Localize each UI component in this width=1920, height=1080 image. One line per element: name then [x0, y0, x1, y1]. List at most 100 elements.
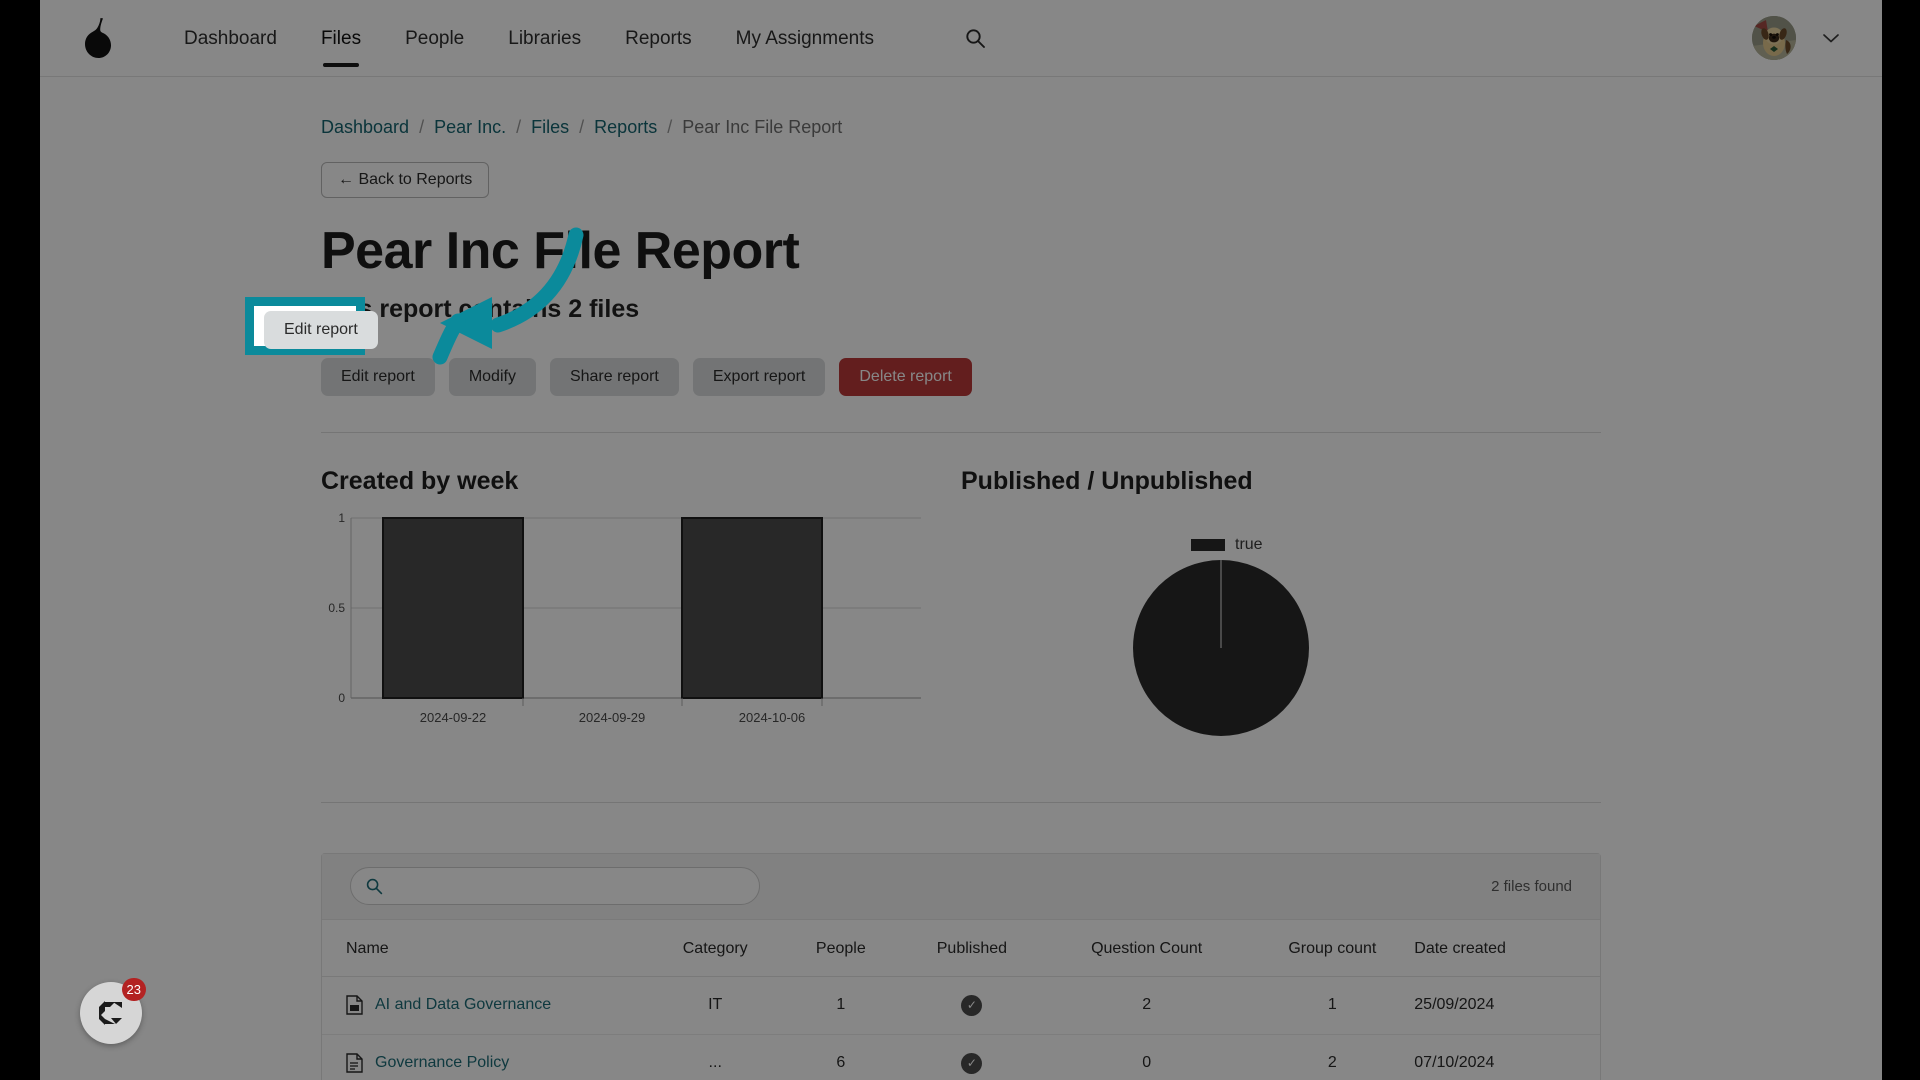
y-tick-0: 0 [338, 691, 345, 705]
files-found-count: 2 files found [1491, 877, 1572, 895]
files-table: Name Category People Published Question … [322, 919, 1600, 1080]
check-circle-icon: ✓ [961, 994, 983, 1016]
chart-title-published-unpublished: Published / Unpublished [961, 466, 1253, 495]
breadcrumb-current: Pear Inc File Report [682, 117, 843, 137]
cell-category: IT [649, 976, 781, 1035]
table-row[interactable]: AI and Data Governance IT 1 ✓ 2 1 25/09/… [322, 976, 1600, 1035]
breadcrumb-pear-inc[interactable]: Pear Inc. [434, 117, 506, 138]
column-header-published[interactable]: Published [900, 919, 1043, 977]
cell-published: ✓ [900, 976, 1043, 1035]
nav-item-reports[interactable]: Reports [625, 23, 692, 54]
nav-item-dashboard[interactable]: Dashboard [184, 23, 277, 54]
cell-group-count: 2 [1250, 1034, 1415, 1080]
nav-item-my-assignments[interactable]: My Assignments [736, 23, 874, 54]
pear-logo-icon [85, 18, 111, 58]
screen: Dashboard Files People Libraries Reports… [0, 0, 1920, 1080]
avatar[interactable] [1752, 16, 1796, 60]
chat-widget[interactable]: 23 [80, 978, 146, 1044]
search-icon[interactable] [962, 25, 988, 51]
main-content: Dashboard / Pear Inc. / Files / Reports … [40, 77, 1882, 1080]
table-header-row: Name Category People Published Question … [322, 919, 1600, 977]
published-unpublished-panel: Published / Unpublished true [961, 467, 1601, 740]
charts-section: Created by week 1 0.5 0 2024-09-22 2024-… [321, 467, 1601, 740]
column-header-question-count[interactable]: Question Count [1042, 919, 1251, 977]
cell-question-count: 0 [1042, 1034, 1251, 1080]
nav-item-people[interactable]: People [405, 23, 464, 54]
table-header: Name Category People Published Question … [322, 919, 1600, 977]
breadcrumb: Dashboard / Pear Inc. / Files / Reports … [321, 77, 1601, 138]
search-box[interactable] [350, 867, 760, 906]
chevron-down-icon[interactable] [1822, 32, 1840, 44]
cell-people: 1 [780, 976, 901, 1035]
column-header-name[interactable]: Name [322, 919, 650, 977]
chart-title-created-by-week: Created by week [321, 466, 519, 495]
cell-date-created: 25/09/2024 [1414, 976, 1600, 1035]
nav-links: Dashboard Files People Libraries Reports… [184, 0, 988, 76]
created-by-week-panel: Created by week 1 0.5 0 2024-09-22 2024-… [321, 467, 961, 740]
check-circle-icon: ✓ [961, 1052, 983, 1074]
table-row[interactable]: Governance Policy ... 6 ✓ 0 2 07/10/2024 [322, 1034, 1600, 1080]
file-doc-icon [346, 1053, 363, 1073]
page-title: Pear Inc File Report [321, 222, 800, 280]
file-link[interactable]: AI and Data Governance [375, 996, 551, 1014]
app-page: Dashboard Files People Libraries Reports… [40, 0, 1882, 1080]
column-header-people[interactable]: People [780, 919, 901, 977]
back-to-reports-button[interactable]: ← Back to Reports [321, 162, 490, 198]
cell-date-created: 07/10/2024 [1414, 1034, 1600, 1080]
bar-chart: 1 0.5 0 2024-09-22 2024-09-29 2024-10-06 [321, 510, 931, 740]
nav-right-group [1752, 16, 1840, 60]
section-divider [321, 431, 1601, 433]
page-subtitle: This report contains 2 files [321, 294, 640, 323]
brand-logo[interactable] [48, 17, 148, 59]
edit-report-button-highlighted[interactable]: Edit report [264, 311, 378, 349]
cell-name: AI and Data Governance [322, 976, 650, 1035]
content-container: Dashboard / Pear Inc. / Files / Reports … [321, 77, 1601, 1080]
table-body: AI and Data Governance IT 1 ✓ 2 1 25/09/… [322, 976, 1600, 1080]
table-toolbar: 2 files found [322, 853, 1600, 920]
pie-chart: true [961, 510, 1581, 740]
x-tick-0: 2024-09-22 [420, 710, 487, 725]
breadcrumb-reports[interactable]: Reports [594, 117, 657, 138]
pie-chart-svg [1133, 559, 1309, 736]
breadcrumb-separator: / [667, 117, 673, 137]
avatar-image [1752, 16, 1796, 60]
breadcrumb-separator: / [419, 117, 425, 137]
report-action-buttons: Edit report Modify Share report Export r… [321, 357, 1601, 396]
x-tick-2: 2024-10-06 [739, 710, 806, 725]
cell-published: ✓ [900, 1034, 1043, 1080]
breadcrumb-dashboard[interactable]: Dashboard [321, 117, 409, 138]
chat-glyph-icon [99, 1001, 122, 1025]
breadcrumb-separator: / [516, 117, 522, 137]
cell-question-count: 2 [1042, 976, 1251, 1035]
share-report-button[interactable]: Share report [549, 357, 679, 396]
cell-name: Governance Policy [322, 1034, 650, 1080]
breadcrumb-files[interactable]: Files [531, 117, 569, 138]
bar-2024-09-22 [382, 516, 524, 699]
cell-category: ... [649, 1034, 781, 1080]
cell-group-count: 1 [1250, 976, 1415, 1035]
bar-chart-svg: 1 0.5 0 2024-09-22 2024-09-29 2024-10-06 [328, 511, 921, 725]
chat-unread-badge: 23 [121, 978, 146, 1001]
x-tick-1: 2024-09-29 [579, 710, 646, 725]
column-header-group-count[interactable]: Group count [1250, 919, 1415, 977]
top-navigation-bar: Dashboard Files People Libraries Reports… [40, 0, 1882, 77]
cell-people: 6 [780, 1034, 901, 1080]
bar-2024-10-06 [681, 516, 823, 699]
search-input[interactable] [389, 868, 759, 905]
delete-report-button[interactable]: Delete report [839, 357, 972, 396]
nav-item-libraries[interactable]: Libraries [508, 23, 581, 54]
search-icon [365, 877, 383, 895]
export-report-button[interactable]: Export report [692, 357, 826, 396]
y-tick-1: 1 [338, 511, 345, 525]
column-header-date-created[interactable]: Date created [1414, 919, 1600, 977]
file-link[interactable]: Governance Policy [375, 1054, 509, 1072]
breadcrumb-separator: / [579, 117, 585, 137]
file-pdf-icon [346, 995, 363, 1015]
y-tick-0-5: 0.5 [328, 601, 345, 615]
files-table-card: 2 files found Name Category People Publi… [321, 852, 1601, 1080]
section-divider [321, 801, 1601, 803]
modify-button[interactable]: Modify [448, 357, 536, 396]
column-header-category[interactable]: Category [649, 919, 781, 977]
edit-report-button[interactable]: Edit report [321, 357, 435, 396]
nav-item-files[interactable]: Files [321, 23, 361, 67]
